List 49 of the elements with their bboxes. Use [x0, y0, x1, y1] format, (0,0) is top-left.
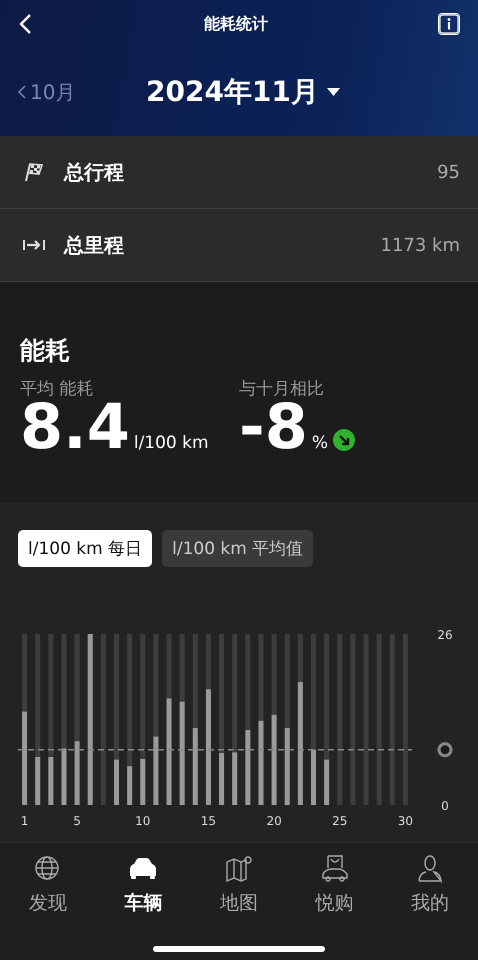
- section-title: 能耗: [20, 335, 71, 367]
- bar: [140, 758, 146, 805]
- axis-label: 25: [332, 814, 348, 828]
- checkered-flag-icon: [22, 160, 46, 184]
- nav-tab[interactable]: 车辆: [103, 853, 184, 960]
- bar: [74, 741, 80, 805]
- axis-label: 20: [266, 814, 282, 828]
- axis-label: 0: [441, 799, 449, 813]
- chevron-left-icon[interactable]: [18, 85, 26, 99]
- chart-tab[interactable]: l/100 km 平均值: [162, 530, 314, 567]
- map-icon: [226, 856, 252, 882]
- stat-value: 1173 km: [380, 234, 460, 256]
- axis-label: 26: [437, 628, 453, 642]
- nav-tab[interactable]: 地图: [198, 853, 279, 960]
- unit-label: %: [312, 433, 328, 453]
- axis-label: 30: [398, 814, 414, 828]
- previous-month-link[interactable]: 10月: [30, 78, 76, 106]
- back-icon[interactable]: [18, 13, 34, 35]
- car-icon: [130, 858, 156, 879]
- bar: [153, 736, 158, 805]
- bar: [127, 766, 132, 805]
- nav-tab[interactable]: 发现: [8, 853, 88, 960]
- bar: [48, 757, 54, 805]
- bag-with-car-icon: [322, 855, 348, 882]
- axis-label: 1: [20, 814, 28, 828]
- stat-label: 总行程: [64, 158, 125, 186]
- stat-label: 总里程: [64, 232, 125, 258]
- unit-label: l/100 km: [134, 433, 209, 453]
- average-marker-icon: [438, 742, 452, 758]
- bar: [114, 760, 119, 805]
- bar: [324, 760, 330, 805]
- bar: [35, 757, 40, 805]
- bar: [232, 752, 238, 805]
- bar: [219, 753, 224, 805]
- info-icon[interactable]: [438, 13, 460, 35]
- bar: [61, 748, 66, 805]
- page-title: 能耗统计: [204, 14, 268, 34]
- person-icon: [418, 855, 442, 882]
- nav-tab[interactable]: 悦购: [294, 853, 375, 960]
- nav-tab[interactable]: 我的: [390, 853, 470, 960]
- axis-label: 10: [135, 814, 150, 828]
- dropdown-caret-icon[interactable]: [326, 88, 340, 96]
- chart-tab[interactable]: l/100 km 每日: [18, 530, 152, 567]
- axis-label: 15: [200, 814, 216, 828]
- axis-label: 5: [73, 814, 81, 828]
- current-month[interactable]: 2024年11月: [146, 73, 319, 111]
- stat-value: 95: [437, 162, 460, 182]
- bar: [311, 750, 316, 805]
- globe-icon: [35, 856, 58, 880]
